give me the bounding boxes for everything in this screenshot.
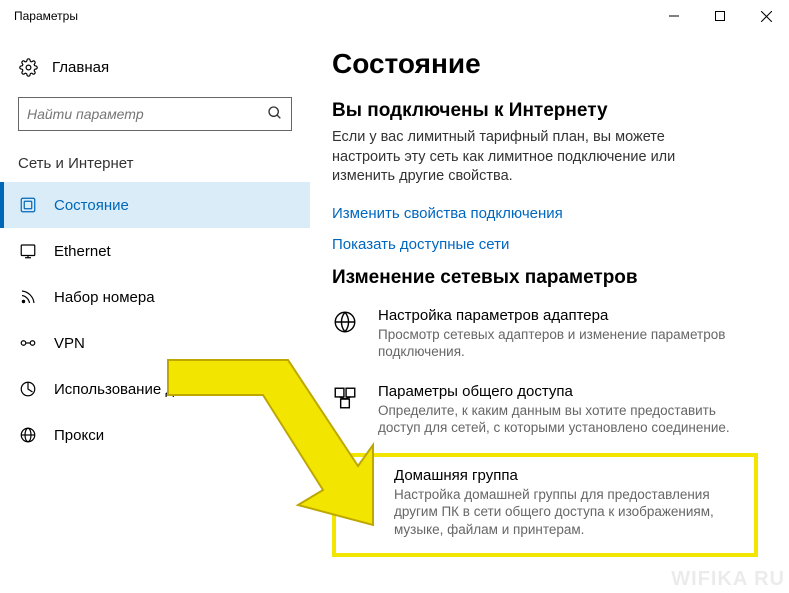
- search-icon: [267, 105, 283, 124]
- data-usage-icon: [18, 380, 38, 398]
- home-label: Главная: [52, 59, 109, 76]
- search-input[interactable]: [27, 106, 267, 122]
- proxy-icon: [18, 426, 38, 444]
- dialup-icon: [18, 288, 38, 306]
- close-button[interactable]: [743, 0, 789, 32]
- option-adapter-settings[interactable]: Настройка параметров адаптера Просмотр с…: [332, 307, 752, 361]
- search-box[interactable]: [18, 97, 292, 131]
- sidebar-item-label: Прокси: [54, 427, 104, 444]
- homegroup-icon: [348, 467, 376, 539]
- ethernet-icon: [18, 242, 38, 260]
- connected-heading: Вы подключены к Интернету: [332, 100, 765, 122]
- watermark: WIFIKA RU: [671, 568, 785, 591]
- window-title: Параметры: [14, 9, 78, 23]
- window-controls: [651, 0, 789, 32]
- option-desc: Определите, к каким данным вы хотите пре…: [378, 402, 752, 437]
- sidebar-item-vpn[interactable]: VPN: [0, 320, 310, 366]
- option-title: Параметры общего доступа: [378, 383, 752, 400]
- sidebar-item-status[interactable]: Состояние: [0, 182, 310, 228]
- sidebar-item-data-usage[interactable]: Использование д…: [0, 366, 310, 412]
- sidebar-item-proxy[interactable]: Прокси: [0, 412, 310, 458]
- home-button[interactable]: Главная: [0, 52, 310, 83]
- gear-icon: [18, 58, 38, 77]
- option-desc: Просмотр сетевых адаптеров и изменение п…: [378, 326, 752, 361]
- sidebar-item-label: Набор номера: [54, 289, 155, 306]
- sidebar-item-label: Состояние: [54, 197, 129, 214]
- minimize-button[interactable]: [651, 0, 697, 32]
- link-change-properties[interactable]: Изменить свойства подключения: [332, 205, 765, 222]
- sidebar-item-ethernet[interactable]: Ethernet: [0, 228, 310, 274]
- option-sharing-settings[interactable]: Параметры общего доступа Определите, к к…: [332, 383, 752, 437]
- connected-body: Если у вас лимитный тарифный план, вы мо…: [332, 128, 732, 187]
- status-icon: [18, 196, 38, 214]
- sidebar-item-label: Использование д…: [54, 381, 189, 398]
- option-title: Домашняя группа: [394, 467, 742, 484]
- highlighted-option: Домашняя группа Настройка домашней групп…: [332, 453, 758, 557]
- vpn-icon: [18, 334, 38, 352]
- link-show-networks[interactable]: Показать доступные сети: [332, 236, 765, 253]
- option-desc: Настройка домашней группы для предоставл…: [394, 486, 742, 539]
- option-title: Настройка параметров адаптера: [378, 307, 752, 324]
- sidebar-item-dialup[interactable]: Набор номера: [0, 274, 310, 320]
- option-homegroup[interactable]: Домашняя группа Настройка домашней групп…: [348, 467, 742, 539]
- main-content: Состояние Вы подключены к Интернету Если…: [310, 32, 789, 593]
- titlebar: Параметры: [0, 0, 789, 32]
- change-settings-heading: Изменение сетевых параметров: [332, 267, 765, 289]
- sidebar-item-label: VPN: [54, 335, 85, 352]
- maximize-button[interactable]: [697, 0, 743, 32]
- sidebar: Главная Сеть и Интернет Состояние Ethern…: [0, 32, 310, 593]
- globe-icon: [332, 307, 360, 361]
- sharing-icon: [332, 383, 360, 437]
- category-header: Сеть и Интернет: [0, 149, 310, 182]
- page-title: Состояние: [332, 48, 765, 80]
- sidebar-item-label: Ethernet: [54, 243, 111, 260]
